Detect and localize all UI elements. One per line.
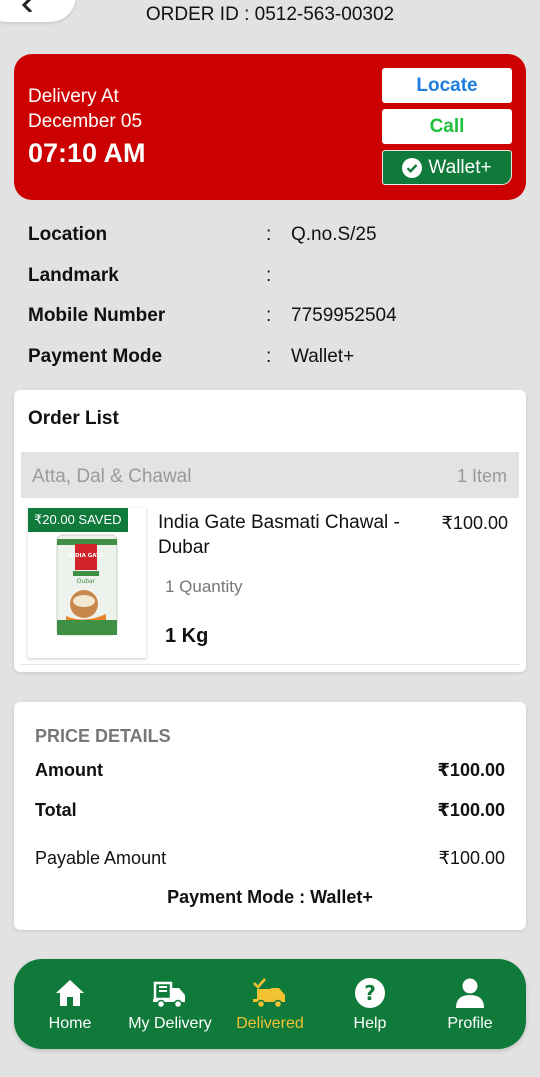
payment-mode-summary: Payment Mode : Wallet+ — [167, 887, 373, 907]
delivered-truck-icon — [253, 978, 285, 1009]
amount-value: ₹100.00 — [437, 760, 505, 780]
detail-colon: : — [266, 224, 272, 245]
delivery-heading: Delivery At — [28, 86, 119, 107]
saved-badge: ₹20.00 SAVED — [28, 508, 128, 532]
nav-label: Delivered — [236, 1015, 304, 1032]
payable-value: ₹100.00 — [438, 848, 505, 868]
delivery-time: 07:10 AM — [28, 138, 146, 168]
product-name: India Gate Basmati Chawal - Dubar — [158, 512, 400, 558]
nav-label: Help — [353, 1015, 387, 1032]
delivery-card: Delivery At December 05 07:10 AM Locate … — [14, 54, 526, 200]
check-circle-icon — [402, 157, 423, 178]
nav-help[interactable]: ? Help — [320, 959, 420, 1049]
product-weight: 1 Kg — [165, 625, 209, 647]
nav-label: Profile — [447, 1015, 493, 1032]
package-brand: INDIA GATE — [68, 553, 104, 559]
nav-label: My Delivery — [128, 1015, 212, 1032]
wallet-button[interactable]: Wallet+ — [382, 150, 512, 185]
order-list-card: Order List Atta, Dal & Chawal 1 Item IND… — [14, 390, 526, 672]
price-row-amount: Amount ₹100.00 — [35, 760, 505, 781]
product-image[interactable]: INDIA GATE Dubar ₹20.00 SAVED — [28, 508, 146, 658]
order-list-title: Order List — [28, 408, 119, 429]
nav-home[interactable]: Home — [20, 959, 120, 1049]
detail-label: Location — [28, 224, 108, 245]
category-name: Atta, Dal & Chawal — [32, 466, 192, 487]
detail-colon: : — [266, 265, 272, 286]
call-button[interactable]: Call — [382, 109, 512, 144]
detail-row-payment: Payment Mode : Wallet+ — [28, 346, 354, 368]
nav-delivered[interactable]: Delivered — [220, 959, 320, 1049]
detail-colon: : — [266, 346, 272, 367]
profile-icon — [456, 978, 484, 1008]
svg-text:?: ? — [364, 981, 376, 1005]
amount-label: Amount — [35, 760, 103, 780]
price-details-card: PRICE DETAILS Amount ₹100.00 Total ₹100.… — [14, 702, 526, 930]
total-label: Total — [35, 800, 77, 820]
detail-label: Landmark — [28, 265, 119, 286]
payable-label: Payable Amount — [35, 848, 167, 868]
detail-label: Mobile Number — [28, 305, 166, 326]
detail-value: Q.no.S/25 — [291, 224, 377, 245]
order-id: ORDER ID : 0512-563-00302 — [145, 4, 395, 25]
detail-row-location: Location : Q.no.S/25 — [28, 224, 377, 246]
divider — [20, 664, 520, 665]
home-icon — [56, 980, 84, 1006]
detail-colon: : — [266, 305, 272, 326]
category-header[interactable]: Atta, Dal & Chawal 1 Item — [21, 452, 519, 498]
delivery-date: December 05 — [28, 111, 143, 132]
detail-value: Wallet+ — [291, 346, 355, 367]
nav-label: Home — [48, 1015, 92, 1032]
detail-value[interactable]: 7759952504 — [291, 305, 397, 327]
wallet-button-label: Wallet+ — [428, 156, 492, 178]
detail-row-landmark: Landmark : — [28, 265, 291, 287]
product-price: ₹100.00 — [441, 513, 508, 533]
nav-my-delivery[interactable]: My Delivery — [120, 959, 220, 1049]
category-item-count: 1 Item — [456, 466, 507, 486]
price-row-payable: Payable Amount ₹100.00 — [35, 848, 505, 869]
nav-profile[interactable]: Profile — [420, 959, 520, 1049]
bottom-navigation: Home My Delivery Delivered ? Help Profil… — [14, 959, 526, 1049]
help-icon: ? — [355, 978, 385, 1008]
price-details-heading: PRICE DETAILS — [35, 726, 171, 746]
detail-row-mobile: Mobile Number : 7759952504 — [28, 305, 397, 327]
package-variant: Dubar — [77, 578, 96, 585]
total-value: ₹100.00 — [437, 800, 505, 820]
price-row-total: Total ₹100.00 — [35, 800, 505, 821]
product-quantity: 1 Quantity — [165, 577, 243, 596]
locate-button[interactable]: Locate — [382, 68, 512, 103]
detail-label: Payment Mode — [28, 346, 163, 367]
delivery-truck-icon — [153, 981, 185, 1009]
